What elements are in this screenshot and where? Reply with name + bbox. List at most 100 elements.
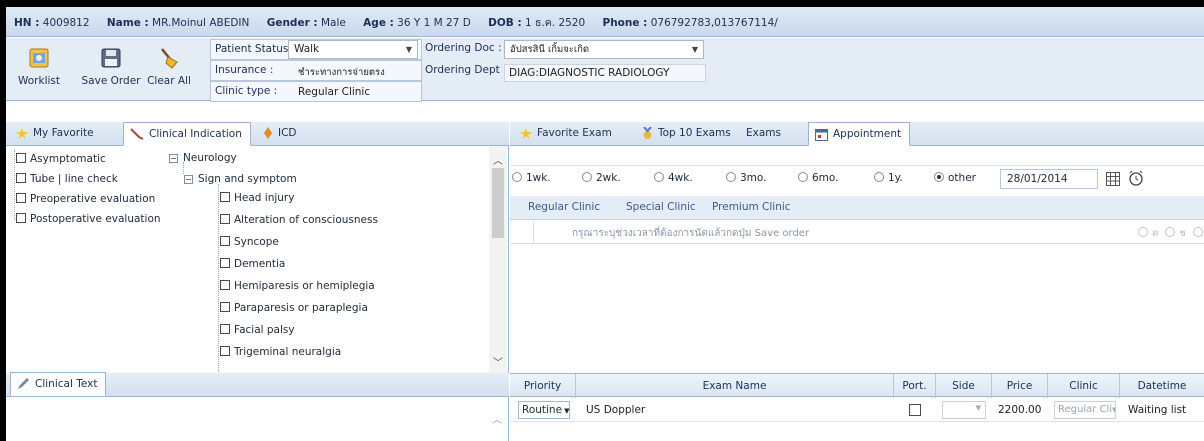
tree-item[interactable]: Hemiparesis or hemiplegia (220, 278, 375, 294)
tab-clinical-text[interactable]: Clinical Text (10, 372, 107, 396)
radio-icon (726, 172, 736, 182)
indication-item[interactable]: Postoperative evaluation (16, 211, 161, 227)
scroll-thumb[interactable] (492, 168, 504, 238)
clinic-select[interactable]: Regular Cli▼ (1054, 401, 1116, 419)
side-select[interactable]: ▼ (942, 401, 986, 419)
priority-select[interactable]: Routine ▼ (518, 401, 570, 419)
patient-header: HN : 4009812 Name : MR.Moinul ABEDIN Gen… (6, 7, 1204, 37)
ordering-doc-value: อัปสรสินี เกิ้มจะเกิด (510, 44, 590, 55)
left-tabbar: My Favorite Clinical Indication ICD (6, 122, 509, 146)
clinical-indication-panel: Asymptomatic Tube | line check Preoperat… (6, 146, 509, 373)
header-port[interactable]: Port. (894, 374, 936, 398)
tab-icd[interactable]: ICD (257, 122, 305, 144)
tree-item[interactable]: Alteration of consciousness (220, 212, 378, 228)
tab-my-favorite[interactable]: My Favorite (10, 122, 102, 144)
patient-status-value: Walk (294, 43, 320, 55)
tree-node-sign-symptom[interactable]: − Sign and symptom (184, 171, 297, 187)
header-datetime[interactable]: Datetime (1120, 374, 1204, 398)
table-row[interactable]: Routine ▼ US Doppler ▼ 2200.00 Regular Cl… (510, 398, 1204, 422)
indication-item[interactable]: Preoperative evaluation (16, 191, 155, 207)
header-price[interactable]: Price (992, 374, 1048, 398)
chevron-down-icon: ▼ (975, 404, 981, 412)
tree-scrollbar[interactable]: ︿ ﹀ (489, 146, 507, 373)
gender-value: Male (320, 17, 346, 29)
medal-icon (643, 126, 652, 139)
stethoscope-icon (130, 128, 144, 140)
chevron-down-icon: ▼ (1112, 406, 1115, 414)
header-side[interactable]: Side (936, 374, 992, 398)
chevron-up-icon[interactable]: ︿ (493, 152, 503, 167)
clinic-type-value: Regular Clinic (298, 86, 371, 98)
tab-label: Clinical Text (35, 378, 98, 390)
tree-item[interactable]: Syncope (220, 234, 279, 250)
ordering-doc-select[interactable]: อัปสรสินี เกิ้มจะเกิด ▼ (504, 40, 704, 59)
tab-label: ICD (278, 127, 297, 139)
subtab-regular-clinic[interactable]: Regular Clinic (528, 201, 600, 213)
clinical-text-area[interactable]: ︿ (6, 397, 509, 441)
calendar-icon[interactable] (1106, 172, 1120, 186)
star-icon (520, 127, 532, 139)
tree-item[interactable]: Trigeminal neuralgia (220, 344, 341, 360)
calendar-icon (815, 128, 828, 141)
radio-icon (582, 172, 592, 182)
indication-item[interactable]: Tube | line check (16, 171, 118, 187)
insurance-value: ชำระทางการจ่ายตรง (298, 67, 385, 78)
age-label: Age : (363, 17, 394, 29)
clear-all-button[interactable]: Clear All (146, 38, 192, 101)
price-cell: 2200.00 (998, 404, 1042, 416)
phone-value: 076792783,013767114/ (650, 17, 778, 29)
gender-label: Gender : (266, 17, 318, 29)
header-clinic[interactable]: Clinic (1048, 374, 1120, 398)
name-label: Name : (106, 17, 149, 29)
patient-status-select[interactable]: Walk ▼ (288, 40, 418, 59)
option-1y[interactable]: 1y. (874, 172, 903, 184)
pin-icon (264, 127, 272, 139)
subtab-premium-clinic[interactable]: Premium Clinic (712, 201, 791, 213)
option-2wk[interactable]: 2wk. (582, 172, 621, 184)
app-window: HN : 4009812 Name : MR.Moinul ABEDIN Gen… (6, 7, 1204, 441)
dob-value: 1 ธ.ค. 2520 (524, 17, 586, 29)
worklist-button[interactable]: Worklist (16, 38, 62, 101)
insurance-label: Insurance : (215, 64, 274, 76)
tab-exams[interactable]: Exams (740, 122, 789, 144)
option-3mo[interactable]: 3mo. (726, 172, 767, 184)
subtab-special-clinic[interactable]: Special Clinic (626, 201, 696, 213)
exam-grid-header: Priority Exam Name Port. Side Price Clin… (510, 373, 1204, 398)
save-icon (101, 48, 121, 68)
appointment-hint: กรุณาระบุช่วงเวลาที่ต้องการนัดแล้วกดปุ่ม… (572, 228, 810, 239)
hn-label: HN : (14, 17, 40, 29)
header-exam-name[interactable]: Exam Name (576, 374, 894, 398)
tree-node-neurology[interactable]: − Neurology (169, 150, 237, 166)
clinic-type-label: Clinic type : (215, 85, 278, 97)
tree-item[interactable]: Dementia (220, 256, 285, 272)
option-1wk[interactable]: 1wk. (512, 172, 551, 184)
chevron-up-icon[interactable]: ︿ (492, 411, 502, 426)
tree-item[interactable]: Head injury (220, 190, 294, 206)
right-tabbar: Favorite Exam Top 10 Exams Exams Appoint… (510, 122, 1204, 146)
clear-all-label: Clear All (147, 75, 191, 87)
header-priority[interactable]: Priority (510, 374, 576, 398)
collapse-icon[interactable]: − (169, 154, 178, 163)
option-6mo[interactable]: 6mo. (798, 172, 839, 184)
hn-value: 4009812 (42, 17, 90, 29)
slot-options[interactable]: ค ช ข R (1138, 226, 1204, 241)
save-order-button[interactable]: Save Order (80, 38, 142, 101)
tab-favorite-exam[interactable]: Favorite Exam (514, 122, 620, 144)
chevron-down-icon: ▼ (564, 407, 570, 415)
clinical-text-tabbar: Clinical Text (6, 372, 509, 397)
indication-item[interactable]: Asymptomatic (16, 151, 106, 167)
tab-clinical-indication[interactable]: Clinical Indication (123, 122, 251, 146)
tab-appointment[interactable]: Appointment (808, 122, 911, 146)
option-other[interactable]: other (934, 172, 976, 184)
tree-item[interactable]: Facial palsy (220, 322, 295, 338)
option-4wk[interactable]: 4wk. (654, 172, 693, 184)
chevron-down-icon: ▼ (691, 45, 698, 54)
port-checkbox[interactable] (909, 404, 921, 416)
appointment-date-input[interactable]: 28/01/2014 (1000, 169, 1098, 189)
collapse-icon[interactable]: − (184, 175, 193, 184)
chevron-down-icon[interactable]: ﹀ (493, 354, 503, 369)
alarm-clock-icon[interactable] (1128, 170, 1144, 186)
tree-item[interactable]: Paraparesis or paraplegia (220, 300, 368, 316)
star-icon (16, 127, 28, 139)
tab-top-10-exams[interactable]: Top 10 Exams (636, 122, 739, 144)
